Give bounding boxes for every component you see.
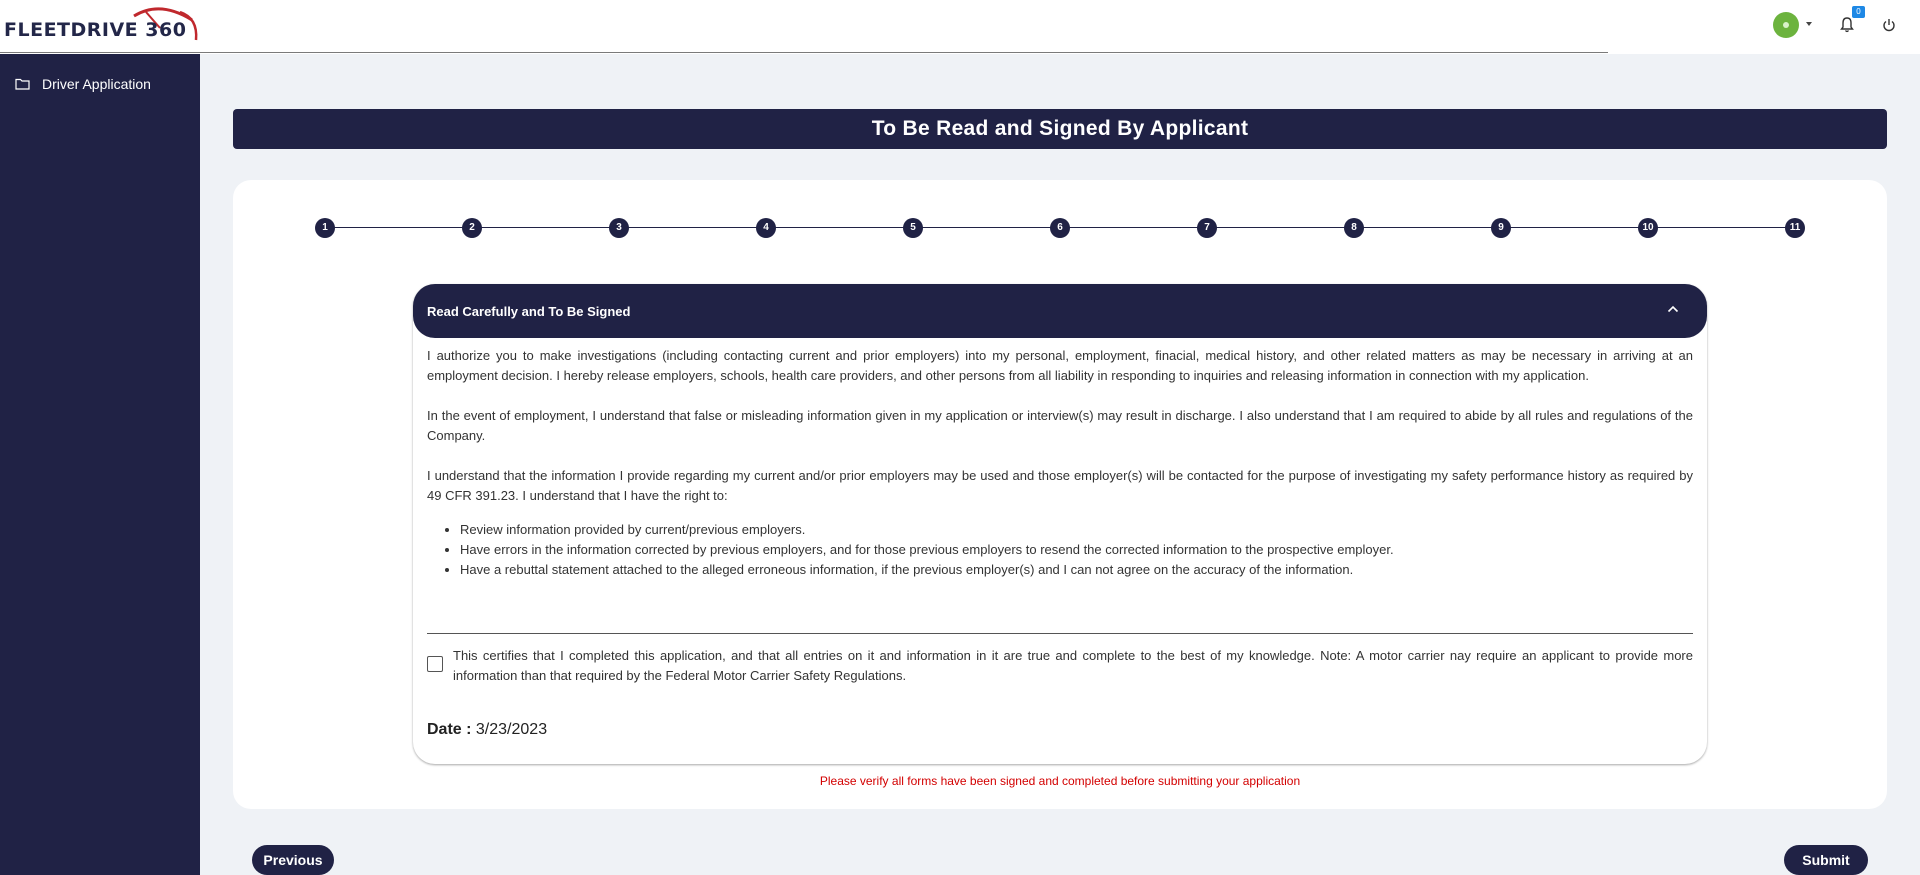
step-connector (472, 227, 619, 228)
power-icon[interactable] (1882, 18, 1896, 32)
rights-paragraph: I understand that the information I prov… (427, 468, 1693, 503)
step-5[interactable]: 5 (903, 218, 923, 238)
status-indicator (1783, 22, 1789, 28)
list-item: Have a rebuttal statement attached to th… (460, 560, 1693, 580)
date-label: Date : (427, 721, 476, 738)
fleetdrive-logo[interactable]: FLEETDRIVE 360 (4, 6, 200, 46)
page-title: To Be Read and Signed By Applicant (233, 109, 1887, 149)
signature-divider (427, 633, 1693, 634)
submit-button[interactable]: Submit (1784, 845, 1868, 875)
accordion-title: Read Carefully and To Be Signed (427, 304, 631, 319)
employment-paragraph: In the event of employment, I understand… (427, 408, 1693, 443)
accordion-body: I authorize you to make investigations (… (427, 346, 1693, 580)
step-connector (1501, 227, 1648, 228)
folder-icon (15, 78, 30, 90)
step-3[interactable]: 3 (609, 218, 629, 238)
step-connector (1060, 227, 1207, 228)
date-field: Date : 3/23/2023 (427, 721, 547, 739)
sidebar: Driver Application (0, 54, 200, 875)
step-7[interactable]: 7 (1197, 218, 1217, 238)
chevron-down-icon[interactable] (1806, 22, 1812, 26)
step-connector (325, 227, 472, 228)
list-item: Review information provided by current/p… (460, 520, 1693, 540)
step-connector (1354, 227, 1501, 228)
certification-text: This certifies that I completed this app… (453, 648, 1693, 683)
step-connector (619, 227, 766, 228)
rights-list: Review information provided by current/p… (460, 520, 1693, 580)
bell-icon[interactable] (1840, 17, 1854, 33)
step-6[interactable]: 6 (1050, 218, 1070, 238)
step-8[interactable]: 8 (1344, 218, 1364, 238)
authorization-paragraph: I authorize you to make investigations (… (427, 348, 1693, 383)
accordion-read-and-sign: Read Carefully and To Be Signed I author… (413, 284, 1707, 764)
notification-count-badge: 0 (1852, 6, 1865, 18)
date-value: 3/23/2023 (475, 721, 548, 738)
top-bar: FLEETDRIVE 360 0 (0, 0, 1920, 54)
step-1[interactable]: 1 (315, 218, 335, 238)
certification-checkbox[interactable] (427, 656, 443, 672)
sidebar-item-label: Driver Application (42, 76, 151, 92)
application-card: 1 2 3 4 5 6 7 8 9 10 11 Read Carefully and To Be S… (233, 180, 1887, 809)
step-connector (1648, 227, 1795, 228)
sidebar-item-driver-application[interactable]: Driver Application (0, 68, 200, 100)
verify-warning-message: Please verify all forms have been signed… (819, 774, 1301, 788)
previous-button[interactable]: Previous (252, 845, 334, 875)
accordion-header[interactable]: Read Carefully and To Be Signed (413, 284, 1707, 338)
logo-text: FLEETDRIVE 360 (4, 19, 187, 41)
step-10[interactable]: 10 (1638, 218, 1658, 238)
step-11[interactable]: 11 (1785, 218, 1805, 238)
step-9[interactable]: 9 (1491, 218, 1511, 238)
step-2[interactable]: 2 (462, 218, 482, 238)
chevron-up-icon[interactable] (1667, 305, 1679, 313)
user-status-avatar[interactable] (1773, 12, 1799, 38)
list-item: Have errors in the information corrected… (460, 540, 1693, 560)
certification-row: This certifies that I completed this app… (427, 646, 1693, 686)
step-connector (913, 227, 1060, 228)
header-divider (0, 52, 1608, 53)
step-4[interactable]: 4 (756, 218, 776, 238)
step-connector (766, 227, 913, 228)
step-connector (1207, 227, 1354, 228)
step-progress: 1 2 3 4 5 6 7 8 9 10 11 (233, 180, 1887, 260)
